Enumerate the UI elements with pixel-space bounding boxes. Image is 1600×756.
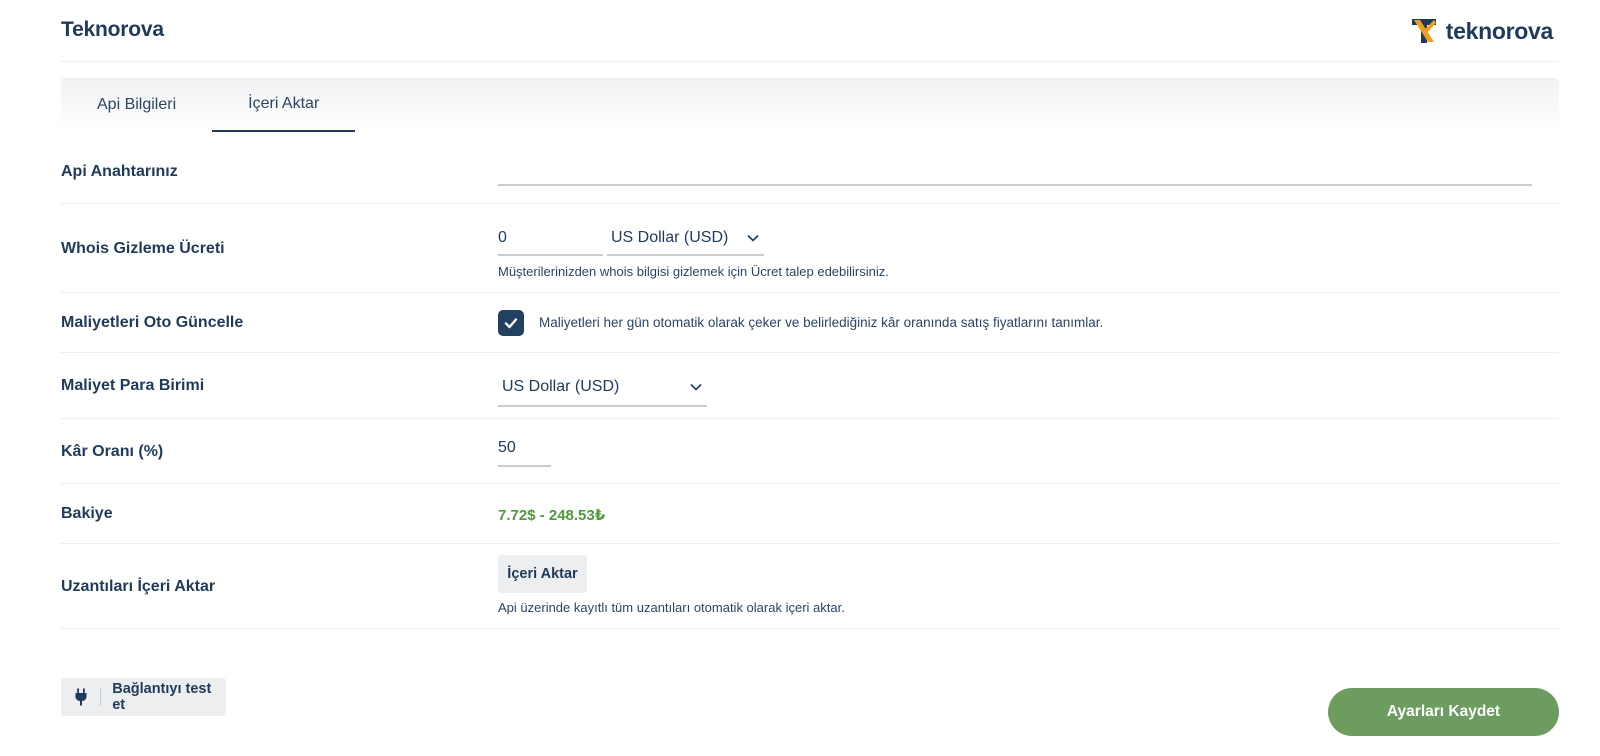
import-help: Api üzerinde kayıtlı tüm uzantıları otom… (498, 600, 845, 615)
check-icon (504, 318, 518, 329)
balance-value: 7.72$ - 248.53₺ (498, 507, 606, 524)
tab-api-info[interactable]: Api Bilgileri (61, 78, 212, 132)
header: Teknorova teknorova (61, 0, 1559, 62)
row-cost-currency: Maliyet Para Birimi US Dollar (USD) (61, 353, 1559, 419)
row-api-key: Api Anahtarınız (61, 132, 1559, 204)
row-import-extensions: Uzantıları İçeri Aktar İçeri Aktar Api ü… (61, 544, 1559, 629)
import-extensions-label: Uzantıları İçeri Aktar (61, 578, 216, 595)
whois-fee-label: Whois Gizleme Ücreti (61, 240, 225, 257)
api-key-input[interactable] (498, 154, 1532, 186)
row-whois-fee: Whois Gizleme Ücreti US Dollar (USD) Müş… (61, 204, 1559, 293)
brand-logo: teknorova (1410, 16, 1553, 46)
plug-icon (61, 688, 100, 706)
test-connection-button[interactable]: Bağlantıyı test et (61, 678, 226, 716)
whois-currency-select[interactable]: US Dollar (USD) (607, 222, 764, 256)
save-settings-button[interactable]: Ayarları Kaydet (1328, 688, 1559, 736)
logo-text: teknorova (1445, 17, 1554, 44)
whois-fee-help: Müşterilerinizden whois bilgisi gizlemek… (498, 264, 889, 279)
tab-bar: Api Bilgileri İçeri Aktar (61, 78, 1559, 132)
whois-fee-input[interactable] (498, 222, 603, 256)
row-profit-rate: Kâr Oranı (%) (61, 419, 1559, 484)
profit-rate-label: Kâr Oranı (%) (61, 443, 164, 460)
auto-update-label: Maliyetleri Oto Güncelle (61, 314, 244, 331)
cost-currency-label: Maliyet Para Birimi (61, 377, 205, 394)
profit-rate-input[interactable] (498, 431, 551, 467)
tab-import[interactable]: İçeri Aktar (212, 78, 356, 132)
whois-currency-value: US Dollar (USD) (611, 229, 729, 246)
app-title: Teknorova (61, 18, 164, 41)
auto-update-text: Maliyetleri her gün otomatik olarak çeke… (539, 315, 1104, 330)
api-key-label: Api Anahtarınız (61, 163, 178, 180)
row-balance: Bakiye 7.72$ - 248.53₺ (61, 484, 1559, 544)
balance-label: Bakiye (61, 505, 113, 522)
row-auto-update: Maliyetleri Oto Güncelle Maliyetleri her… (61, 293, 1559, 353)
cost-currency-value: US Dollar (USD) (502, 378, 620, 395)
logo-icon (1411, 19, 1436, 43)
chevron-down-icon (690, 383, 702, 391)
cost-currency-select[interactable]: US Dollar (USD) (498, 369, 707, 407)
test-connection-label: Bağlantıyı test et (112, 681, 212, 713)
page: Teknorova teknorova Api Bilgileri İçeri … (0, 0, 1600, 756)
chevron-down-icon (747, 234, 759, 242)
import-button[interactable]: İçeri Aktar (498, 555, 587, 593)
auto-update-checkbox[interactable] (498, 310, 524, 336)
